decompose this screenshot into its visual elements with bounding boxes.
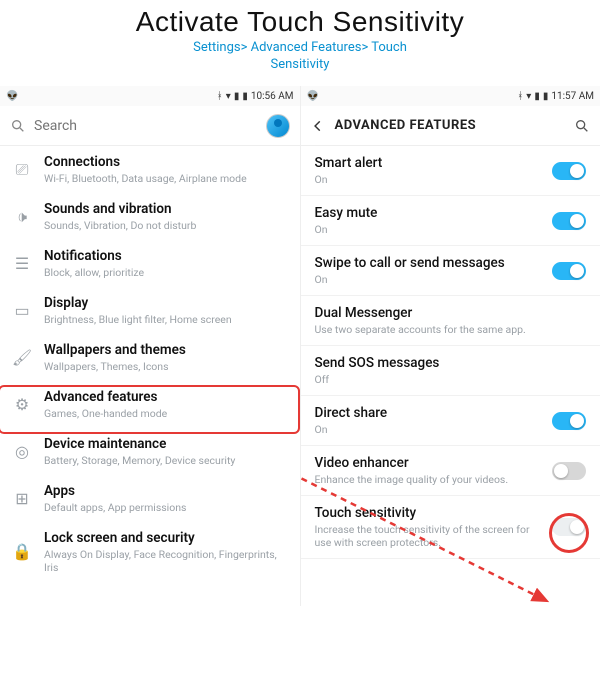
item-subtitle: Games, One-handed mode — [44, 407, 288, 420]
item-subtitle: On — [315, 223, 541, 236]
settings-item-notifications[interactable]: ☰ Notifications Block, allow, prioritize — [0, 240, 300, 287]
item-subtitle: Brightness, Blue light filter, Home scre… — [44, 313, 288, 326]
item-label: Display — [44, 295, 288, 312]
signal-icon: ▮ — [534, 91, 540, 102]
item-label: Connections — [44, 154, 288, 171]
apps-icon: ⊞ — [12, 489, 32, 509]
connections-icon: ⎚ — [12, 160, 32, 180]
item-label: Easy mute — [315, 205, 541, 222]
item-label: Lock screen and security — [44, 530, 288, 547]
header-title: ADVANCED FEATURES — [335, 118, 477, 133]
item-label: Touch sensitivity — [315, 505, 541, 522]
notifications-icon: ☰ — [12, 254, 32, 274]
item-label: Dual Messenger — [315, 305, 587, 322]
adv-item-dual-messenger[interactable]: Dual Messenger Use two separate accounts… — [301, 296, 600, 346]
display-icon: ▭ — [12, 301, 32, 321]
adv-item-touch-sensitivity[interactable]: Touch sensitivity Increase the touch sen… — [301, 496, 600, 559]
search-bar[interactable] — [0, 106, 300, 146]
settings-item-advanced-features[interactable]: ⚙ Advanced features Games, One-handed mo… — [0, 381, 300, 428]
item-label: Apps — [44, 483, 288, 500]
item-subtitle: Always On Display, Face Recognition, Fin… — [44, 548, 288, 574]
adv-item-send-sos-messages[interactable]: Send SOS messages Off — [301, 346, 600, 396]
item-subtitle: Off — [315, 373, 587, 386]
sound-icon: 🕩 — [12, 207, 32, 227]
bluetooth-icon: ᚼ — [517, 91, 523, 102]
lock-icon: 🔒 — [12, 542, 32, 562]
phone-settings-root: 👽 ᚼ ▾ ▮ ▮ 10:56 AM ⎚ Connections Wi-Fi, … — [0, 86, 300, 606]
settings-item-connections[interactable]: ⎚ Connections Wi-Fi, Bluetooth, Data usa… — [0, 146, 300, 193]
status-time: 10:56 AM — [251, 91, 294, 102]
item-subtitle: Block, allow, prioritize — [44, 266, 288, 279]
reddit-icon: 👽 — [307, 91, 319, 102]
advanced-list: Smart alert On Easy mute On Swipe to cal… — [301, 146, 600, 606]
item-subtitle: On — [315, 173, 541, 186]
item-label: Sounds and vibration — [44, 201, 288, 218]
screen-header: ADVANCED FEATURES — [301, 106, 600, 146]
item-label: Send SOS messages — [315, 355, 587, 372]
item-label: Smart alert — [315, 155, 541, 172]
toggle-switch[interactable] — [552, 212, 586, 230]
settings-item-sounds-and-vibration[interactable]: 🕩 Sounds and vibration Sounds, Vibration… — [0, 193, 300, 240]
item-subtitle: Use two separate accounts for the same a… — [315, 323, 587, 336]
item-label: Advanced features — [44, 389, 288, 406]
item-subtitle: Increase the touch sensitivity of the sc… — [315, 523, 541, 549]
back-icon[interactable] — [311, 119, 325, 133]
item-label: Video enhancer — [315, 455, 541, 472]
settings-item-lock-screen-and-security[interactable]: 🔒 Lock screen and security Always On Dis… — [0, 522, 300, 582]
wifi-icon: ▾ — [526, 91, 531, 102]
adv-item-easy-mute[interactable]: Easy mute On — [301, 196, 600, 246]
search-input[interactable] — [34, 118, 258, 134]
battery-icon: ▮ — [242, 91, 248, 102]
toggle-switch[interactable] — [552, 412, 586, 430]
status-bar: 👽 ᚼ ▾ ▮ ▮ 10:56 AM — [0, 86, 300, 106]
advanced-icon: ⚙ — [12, 395, 32, 415]
item-subtitle: Wi-Fi, Bluetooth, Data usage, Airplane m… — [44, 172, 288, 185]
status-time: 11:57 AM — [551, 91, 594, 102]
adv-item-swipe-to-call-or-send-messages[interactable]: Swipe to call or send messages On — [301, 246, 600, 296]
settings-list: ⎚ Connections Wi-Fi, Bluetooth, Data usa… — [0, 146, 300, 606]
reddit-icon: 👽 — [6, 91, 18, 102]
settings-item-wallpapers-and-themes[interactable]: 🖌 Wallpapers and themes Wallpapers, Them… — [0, 334, 300, 381]
adv-item-direct-share[interactable]: Direct share On — [301, 396, 600, 446]
item-label: Direct share — [315, 405, 541, 422]
status-bar: 👽 ᚼ ▾ ▮ ▮ 11:57 AM — [301, 86, 600, 106]
item-label: Swipe to call or send messages — [315, 255, 541, 272]
maintenance-icon: ◎ — [12, 442, 32, 462]
item-subtitle: Sounds, Vibration, Do not disturb — [44, 219, 288, 232]
item-subtitle: On — [315, 423, 541, 436]
item-label: Device maintenance — [44, 436, 288, 453]
toggle-switch[interactable] — [552, 518, 586, 536]
settings-item-display[interactable]: ▭ Display Brightness, Blue light filter,… — [0, 287, 300, 334]
item-subtitle: Battery, Storage, Memory, Device securit… — [44, 454, 288, 467]
search-icon[interactable] — [574, 118, 590, 134]
signal-icon: ▮ — [234, 91, 240, 102]
toggle-switch[interactable] — [552, 462, 586, 480]
breadcrumb: Settings> Advanced Features> Touch Sensi… — [0, 40, 600, 74]
item-subtitle: Wallpapers, Themes, Icons — [44, 360, 288, 373]
settings-item-apps[interactable]: ⊞ Apps Default apps, App permissions — [0, 475, 300, 522]
item-label: Wallpapers and themes — [44, 342, 288, 359]
item-label: Notifications — [44, 248, 288, 265]
item-subtitle: Default apps, App permissions — [44, 501, 288, 514]
item-subtitle: On — [315, 273, 541, 286]
search-icon — [10, 118, 26, 134]
toggle-switch[interactable] — [552, 262, 586, 280]
wallpaper-icon: 🖌 — [12, 348, 32, 368]
avatar[interactable] — [266, 114, 290, 138]
bluetooth-icon: ᚼ — [217, 91, 223, 102]
wifi-icon: ▾ — [226, 91, 231, 102]
battery-icon: ▮ — [543, 91, 549, 102]
phone-advanced-features: 👽 ᚼ ▾ ▮ ▮ 11:57 AM ADVANCED FEATURES Sma… — [300, 86, 600, 606]
toggle-switch[interactable] — [552, 162, 586, 180]
item-subtitle: Enhance the image quality of your videos… — [315, 473, 541, 486]
adv-item-smart-alert[interactable]: Smart alert On — [301, 146, 600, 196]
adv-item-video-enhancer[interactable]: Video enhancer Enhance the image quality… — [301, 446, 600, 496]
page-title: Activate Touch Sensitivity — [0, 6, 600, 38]
settings-item-device-maintenance[interactable]: ◎ Device maintenance Battery, Storage, M… — [0, 428, 300, 475]
